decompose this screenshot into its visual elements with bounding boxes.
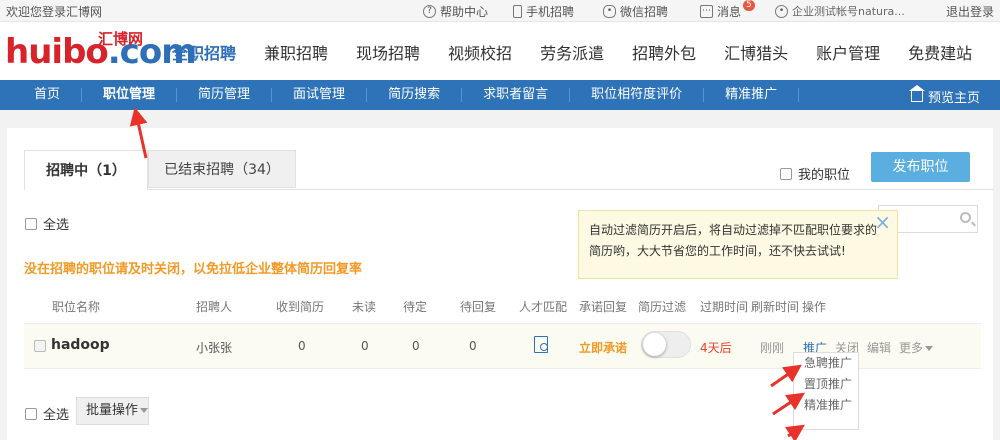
nav-outsourcing[interactable]: 招聘外包: [618, 40, 710, 64]
select-all-checkbox[interactable]: [25, 217, 37, 230]
publish-position-button[interactable]: 发布职位: [871, 152, 970, 182]
subnav-resume-search[interactable]: 简历搜索: [367, 88, 463, 102]
col-talent-match: 人才匹配: [519, 300, 568, 314]
wechat-recruit-link[interactable]: • 微信招聘: [603, 3, 668, 20]
top-promotion-item[interactable]: 置顶推广: [794, 374, 858, 395]
col-pending: 待定: [403, 300, 428, 314]
my-positions-checkbox[interactable]: [780, 167, 792, 180]
col-received: 收到简历: [276, 300, 325, 314]
nav-account[interactable]: 账户管理: [802, 40, 894, 64]
account-menu[interactable]: • 企业测试帐号natura...: [775, 3, 905, 19]
batch-operations-button[interactable]: 批量操作: [76, 397, 149, 425]
auto-filter-tooltip: 自动过滤简历开启后，将自动过滤掉不匹配职位要求的 简历哟，大大节省您的工作时间，…: [578, 210, 898, 279]
tab-recruiting[interactable]: 招聘中（1）: [24, 150, 148, 190]
subnav-interview-management[interactable]: 面试管理: [272, 88, 368, 102]
sub-nav: 首页 职位管理 简历管理 面试管理 简历搜索 求职者留言 职位相符度评价 精准推…: [0, 80, 1000, 110]
home-icon: [908, 85, 925, 102]
tab-ended[interactable]: 已结束招聘（34）: [148, 150, 296, 188]
main-nav: 全职招聘 兼职招聘 现场招聘 视频校招 劳务派遣 招聘外包 汇博猎头 账户管理 …: [158, 40, 986, 64]
wechat-icon: •: [603, 5, 616, 18]
subnav-applicant-messages[interactable]: 求职者留言: [462, 88, 571, 102]
nav-labor-dispatch[interactable]: 劳务派遣: [526, 40, 618, 64]
subnav-position-management[interactable]: 职位管理: [82, 88, 178, 102]
job-recruiter: 小张张: [196, 341, 233, 355]
nav-video-campus[interactable]: 视频校招: [434, 40, 526, 64]
col-promise-reply: 承诺回复: [579, 300, 628, 314]
precise-promotion-item[interactable]: 精准推广: [794, 395, 858, 416]
col-operations: 操作: [802, 300, 827, 314]
col-to-reply: 待回复: [460, 300, 497, 314]
col-resume-filter: 简历过滤: [638, 300, 687, 314]
nav-onsite[interactable]: 现场招聘: [342, 40, 434, 64]
tab-divider: [24, 189, 994, 190]
col-refresh-time: 刷新时间: [751, 300, 800, 314]
toggle-knob: [643, 333, 666, 356]
urgent-promotion-item[interactable]: 急聘推广: [794, 353, 858, 374]
job-name[interactable]: hadoop: [51, 337, 110, 353]
question-icon: ?: [423, 5, 436, 18]
select-all-checkbox-bottom[interactable]: [25, 407, 37, 420]
row-checkbox[interactable]: [34, 340, 46, 352]
logout-link[interactable]: 退出登录: [946, 3, 994, 20]
top-bar: 欢迎您登录汇博网 ? 帮助中心 手机招聘 • 微信招聘 ⋯ 消息 5 • 企业测试帐号na…: [0, 0, 1000, 22]
help-center-link[interactable]: ? 帮助中心: [423, 3, 488, 20]
chevron-down-icon: [925, 346, 934, 351]
nav-fulltime[interactable]: 全职招聘: [158, 40, 250, 64]
subnav-precise-promotion[interactable]: 精准推广: [704, 88, 800, 102]
nav-headhunter[interactable]: 汇博猎头: [710, 40, 802, 64]
job-expire: 4天后: [700, 341, 732, 355]
job-refresh: 刚刚: [760, 341, 785, 355]
message-count-badge: 5: [743, 0, 755, 11]
job-received[interactable]: 0: [298, 339, 306, 353]
user-icon: •: [775, 4, 788, 18]
col-recruiter: 招聘人: [196, 300, 233, 314]
select-all-bottom[interactable]: 全选: [25, 404, 69, 423]
chevron-down-icon: [140, 408, 149, 413]
talent-match-icon[interactable]: [534, 336, 548, 353]
more-dropdown[interactable]: 更多: [899, 339, 934, 356]
welcome-text: 欢迎您登录汇博网: [6, 5, 103, 19]
mobile-recruit-link[interactable]: 手机招聘: [513, 3, 574, 20]
job-to-reply[interactable]: 0: [469, 339, 477, 353]
job-pending[interactable]: 0: [412, 339, 420, 353]
subnav-home[interactable]: 首页: [0, 88, 83, 102]
nav-free-site[interactable]: 免费建站: [894, 40, 986, 64]
subnav-match-rating[interactable]: 职位相符度评价: [570, 88, 705, 102]
subnav-resume-management[interactable]: 简历管理: [177, 88, 273, 102]
promote-dropdown: 急聘推广 置顶推广 精准推广: [793, 352, 859, 430]
nav-parttime[interactable]: 兼职招聘: [250, 40, 342, 64]
header: huibo.com 汇博网 全职招聘 兼职招聘 现场招聘 视频校招 劳务派遣 招…: [0, 22, 1000, 80]
search-icon[interactable]: [960, 212, 971, 223]
col-unread: 未读: [352, 300, 377, 314]
select-all-top[interactable]: 全选: [25, 214, 69, 233]
preview-homepage-link[interactable]: 预览主页: [908, 85, 980, 106]
col-position-name: 职位名称: [52, 300, 101, 314]
close-position-warning: 没在招聘的职位请及时关闭，以免拉低企业整体简历回复率: [24, 262, 363, 277]
message-icon: ⋯: [700, 5, 713, 18]
promise-now-link[interactable]: 立即承诺: [579, 339, 627, 356]
edit-job-link[interactable]: 编辑: [867, 339, 891, 356]
phone-icon: [513, 5, 522, 18]
close-icon[interactable]: ×: [874, 211, 891, 233]
col-expire-time: 过期时间: [700, 300, 749, 314]
messages-link[interactable]: ⋯ 消息 5: [700, 0, 755, 20]
resume-filter-toggle[interactable]: [641, 331, 691, 358]
my-positions-filter[interactable]: 我的职位: [780, 164, 850, 183]
job-unread[interactable]: 0: [361, 339, 369, 353]
